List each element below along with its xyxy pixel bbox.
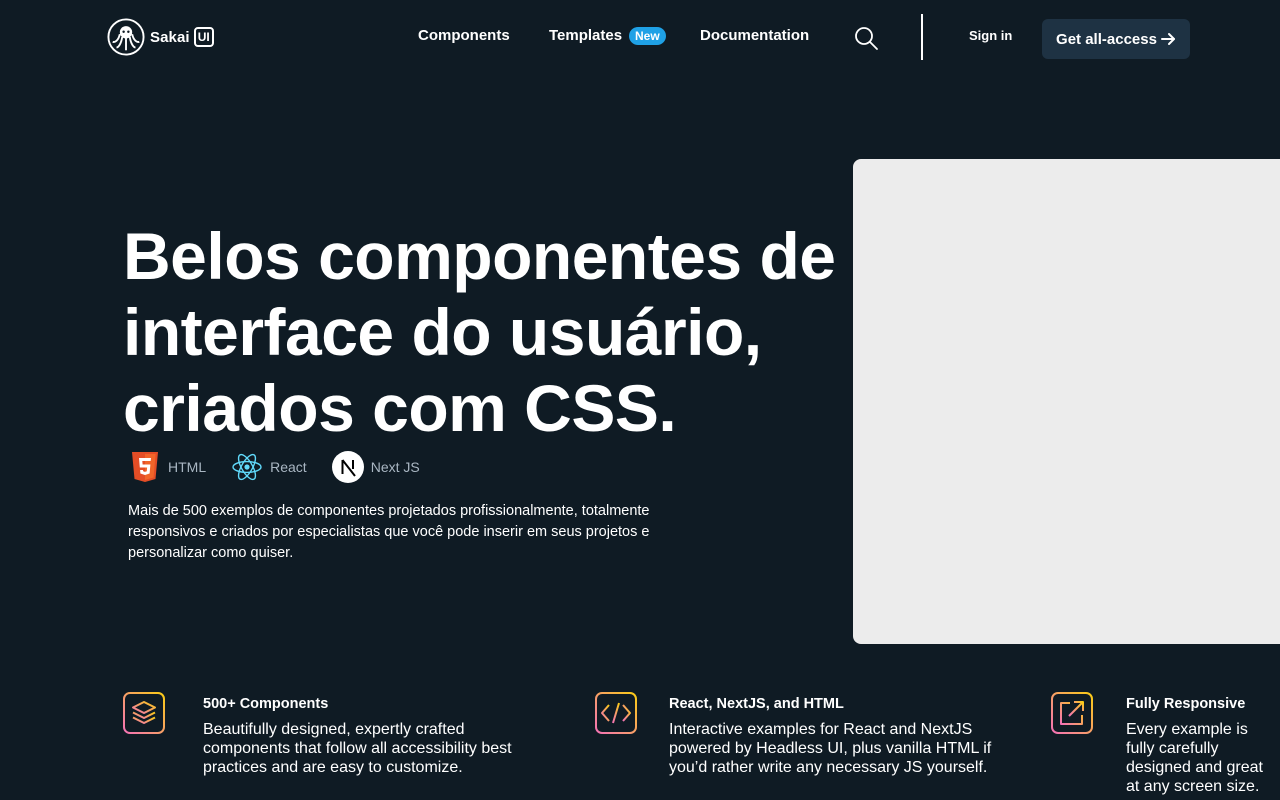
nav-components[interactable]: Components	[418, 27, 510, 44]
search-icon	[855, 27, 878, 50]
feature-body: React, NextJS, and HTML Interactive exam…	[669, 692, 999, 777]
feature-description: Every example is fully carefully designe…	[1126, 721, 1263, 795]
arrow-right-icon	[1160, 33, 1175, 45]
brand-name: Sakai	[150, 28, 190, 46]
hero-description: Mais de 500 exemplos de componentes proj…	[128, 503, 650, 561]
brand-badge: UI	[193, 27, 214, 47]
hero-title-line: Belos componentes de	[123, 219, 836, 293]
code-icon	[595, 692, 637, 734]
feature-title: React, NextJS, and HTML	[669, 696, 844, 712]
tech-html: HTML	[128, 450, 206, 484]
nav-documentation[interactable]: Documentation	[700, 27, 809, 44]
search-button[interactable]	[852, 24, 880, 52]
site-header: Sakai UI Components Templates New Docume…	[0, 0, 1280, 76]
react-icon	[232, 453, 262, 481]
feature-title: 500+ Components	[203, 696, 329, 712]
octopus-logo-icon	[107, 18, 145, 56]
get-all-access-button[interactable]: Get all-access	[1042, 19, 1190, 59]
cta-label: Get all-access	[1056, 30, 1157, 48]
tech-label: Next JS	[370, 459, 420, 475]
hero-preview-image	[853, 159, 1280, 644]
hero-title-line: criados com CSS.	[123, 371, 677, 445]
sign-in-link[interactable]: Sign in	[969, 28, 1012, 43]
new-badge: New	[629, 27, 666, 45]
brand-logo[interactable]: Sakai UI	[107, 18, 214, 56]
tech-list: HTML React Next JS	[128, 450, 444, 484]
feature-title: Fully Responsive	[1126, 696, 1246, 712]
external-link-icon	[1051, 692, 1093, 734]
header-divider	[921, 14, 923, 60]
feature-frameworks: React, NextJS, and HTML Interactive exam…	[595, 692, 999, 777]
nextjs-icon	[331, 451, 364, 483]
feature-responsive: Fully Responsive Every example is fully …	[1051, 692, 1276, 796]
feature-body: Fully Responsive Every example is fully …	[1126, 692, 1276, 796]
html5-icon	[132, 452, 158, 482]
tech-react: React	[230, 450, 307, 484]
feature-components: 500+ Components Beautifully designed, ex…	[123, 692, 533, 777]
hero-title-line: interface do usuário,	[123, 295, 762, 369]
hero-title: Belos componentes de interface do usuári…	[123, 218, 863, 446]
tech-label: HTML	[168, 459, 207, 475]
feature-description: Interactive examples for React and NextJ…	[669, 721, 992, 776]
tech-nextjs: Next JS	[331, 450, 420, 484]
layers-icon	[123, 692, 165, 734]
tech-label: React	[270, 459, 307, 475]
feature-description: Beautifully designed, expertly crafted c…	[203, 721, 512, 776]
nav-templates[interactable]: Templates	[549, 27, 622, 44]
feature-body: 500+ Components Beautifully designed, ex…	[203, 692, 533, 777]
